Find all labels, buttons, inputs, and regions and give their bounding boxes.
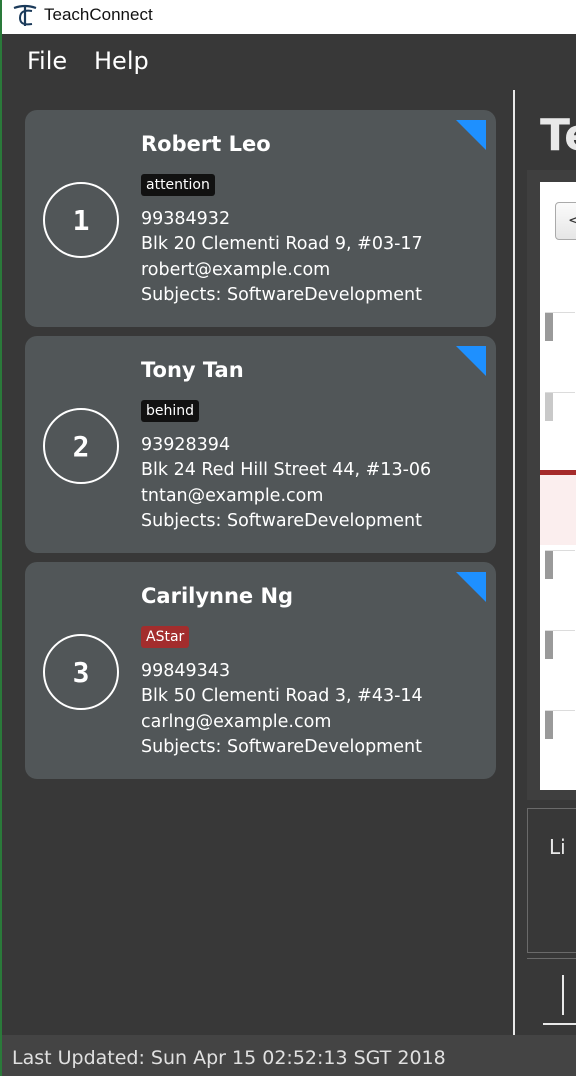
teachconnect-logo-icon: [13, 4, 37, 26]
last-updated-text: Last Updated: Sun Apr 15 02:52:13 SGT 20…: [12, 1047, 446, 1069]
student-address: Blk 50 Clementi Road 3, #43-14: [141, 686, 423, 706]
student-address: Blk 20 Clementi Road 9, #03-17: [141, 234, 423, 254]
calendar-entry[interactable]: [545, 392, 575, 426]
entry-marker: [545, 711, 553, 739]
student-subjects: Subjects: SoftwareDevelopment: [141, 285, 422, 305]
entry-marker: [545, 313, 553, 341]
student-phone: 99849343: [141, 661, 231, 681]
command-box[interactable]: [527, 958, 576, 1033]
status-bar: Last Updated: Sun Apr 15 02:52:13 SGT 20…: [0, 1035, 576, 1076]
corner-flag-icon: [456, 346, 486, 376]
student-index: 2: [43, 408, 119, 484]
calendar-prev-label: <: [568, 211, 576, 229]
student-phone: 93928394: [141, 435, 231, 455]
student-name: Tony Tan: [141, 358, 244, 382]
student-name: Robert Leo: [141, 132, 271, 156]
command-input-underline: [543, 1023, 576, 1025]
student-subjects: Subjects: SoftwareDevelopment: [141, 737, 422, 757]
entry-marker: [545, 393, 553, 421]
result-display-text: Li: [549, 835, 566, 859]
calendar-prev-button[interactable]: <: [555, 202, 576, 240]
student-subjects: Subjects: SoftwareDevelopment: [141, 511, 422, 531]
title-bar: TeachConnect: [0, 0, 576, 34]
student-tag: attention: [141, 174, 215, 196]
student-email: tntan@example.com: [141, 486, 324, 506]
entry-marker: [545, 631, 553, 659]
highlighted-slot: [540, 475, 576, 545]
calendar-entry[interactable]: [545, 550, 575, 584]
panel-title: Te: [540, 110, 576, 161]
entry-marker: [545, 551, 553, 579]
text-caret: [562, 975, 564, 1015]
student-card[interactable]: 3 Carilynne Ng AStar 99849343 Blk 50 Cle…: [25, 562, 496, 779]
student-list-panel[interactable]: 1 Robert Leo attention 99384932 Blk 20 C…: [0, 90, 514, 1035]
corner-flag-icon: [456, 120, 486, 150]
student-index: 1: [43, 182, 119, 258]
calendar-entry[interactable]: [545, 312, 575, 346]
calendar-entry[interactable]: [545, 710, 575, 744]
student-tag: AStar: [141, 626, 190, 648]
menu-file[interactable]: File: [27, 47, 67, 75]
window-title: TeachConnect: [44, 5, 153, 24]
student-phone: 99384932: [141, 209, 231, 229]
student-index: 3: [43, 634, 119, 710]
right-panel: Te < Li: [515, 90, 576, 1035]
student-card[interactable]: 2 Tony Tan behind 93928394 Blk 24 Red Hi…: [25, 336, 496, 553]
student-card[interactable]: 1 Robert Leo attention 99384932 Blk 20 C…: [25, 110, 496, 327]
result-display[interactable]: [527, 808, 576, 953]
student-tag: behind: [141, 400, 200, 422]
student-address: Blk 24 Red Hill Street 44, #13-06: [141, 460, 432, 480]
menu-bar: File Help: [0, 34, 576, 90]
student-name: Carilynne Ng: [141, 584, 294, 608]
menu-help[interactable]: Help: [94, 47, 149, 75]
calendar-entry[interactable]: [545, 630, 575, 664]
student-email: robert@example.com: [141, 260, 331, 280]
corner-flag-icon: [456, 572, 486, 602]
student-email: carlng@example.com: [141, 712, 332, 732]
